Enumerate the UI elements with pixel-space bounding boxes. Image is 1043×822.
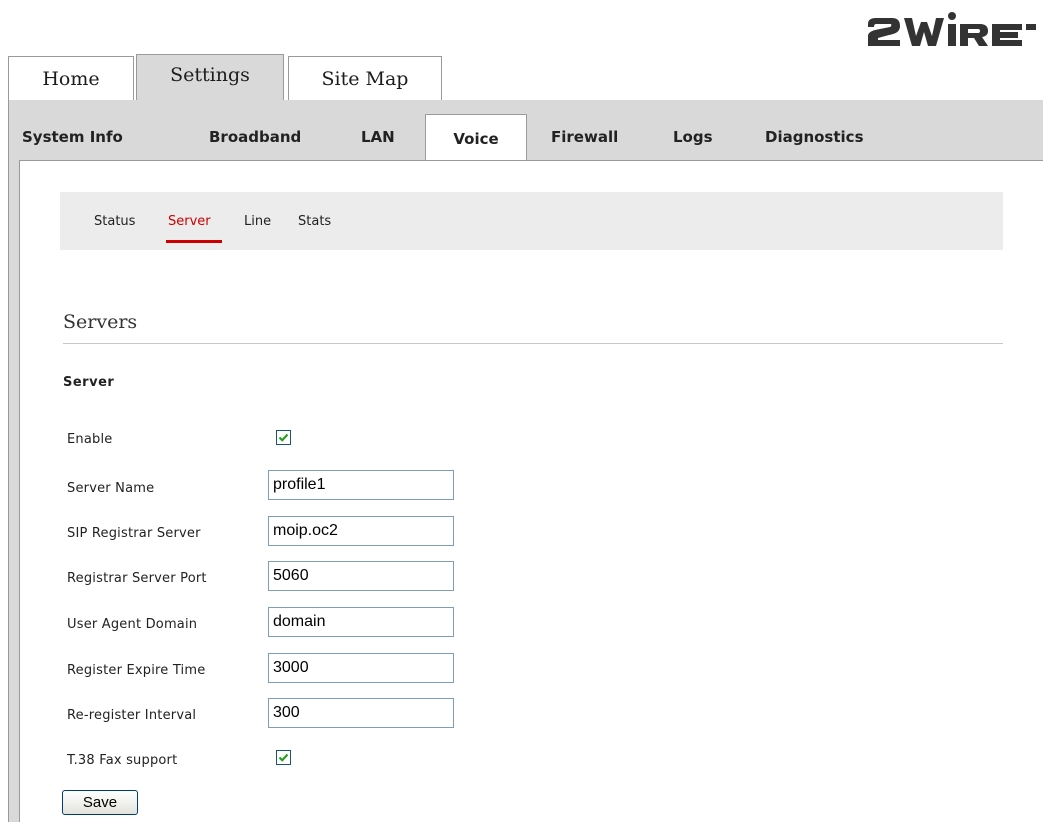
registrar-port-input[interactable] [268,561,454,591]
section-divider [63,343,1003,344]
tab-broadband[interactable]: Broadband [209,114,301,160]
tab-firewall[interactable]: Firewall [551,114,618,160]
voice-panel: Status Server Line Stats Servers Server … [19,160,1043,822]
voice-nav-status[interactable]: Status [94,214,135,229]
section-title: Servers [63,311,138,333]
user-agent-domain-label: User Agent Domain [67,617,198,632]
tab-home[interactable]: Home [8,56,134,100]
checkmark-icon [278,433,289,442]
checkmark-icon [278,753,289,762]
tab-lan[interactable]: LAN [361,114,395,160]
2wire-logo [868,12,1036,46]
fax-support-checkbox[interactable] [276,750,291,765]
settings-frame: System Info Broadband LAN Voice Firewall… [8,100,1043,822]
subsection-title: Server [63,375,115,390]
server-name-input[interactable] [268,470,454,500]
enable-label: Enable [67,432,113,447]
voice-nav-stats[interactable]: Stats [298,214,331,229]
sip-registrar-label: SIP Registrar Server [67,526,201,541]
voice-nav-server[interactable]: Server [168,214,211,229]
save-button[interactable]: Save [62,790,138,815]
tab-system-info[interactable]: System Info [22,114,123,160]
registrar-port-label: Registrar Server Port [67,571,207,586]
reregister-interval-label: Re-register Interval [67,708,197,723]
tab-settings[interactable]: Settings [136,54,284,100]
tab-site-map[interactable]: Site Map [288,56,442,100]
reregister-interval-input[interactable] [268,698,454,728]
tab-voice[interactable]: Voice [425,114,527,162]
tab-diagnostics[interactable]: Diagnostics [765,114,864,160]
sip-registrar-input[interactable] [268,516,454,546]
fax-support-label: T.38 Fax support [67,753,178,768]
active-nav-underline [166,240,222,243]
voice-nav-line[interactable]: Line [244,214,271,229]
tab-logs[interactable]: Logs [673,114,713,160]
register-expire-input[interactable] [268,653,454,683]
enable-checkbox[interactable] [276,430,291,445]
settings-sub-nav: System Info Broadband LAN Voice Firewall… [9,114,1043,162]
voice-sub-nav: Status Server Line Stats [60,192,1003,250]
user-agent-domain-input[interactable] [268,607,454,637]
server-name-label: Server Name [67,481,155,496]
register-expire-label: Register Expire Time [67,663,206,678]
